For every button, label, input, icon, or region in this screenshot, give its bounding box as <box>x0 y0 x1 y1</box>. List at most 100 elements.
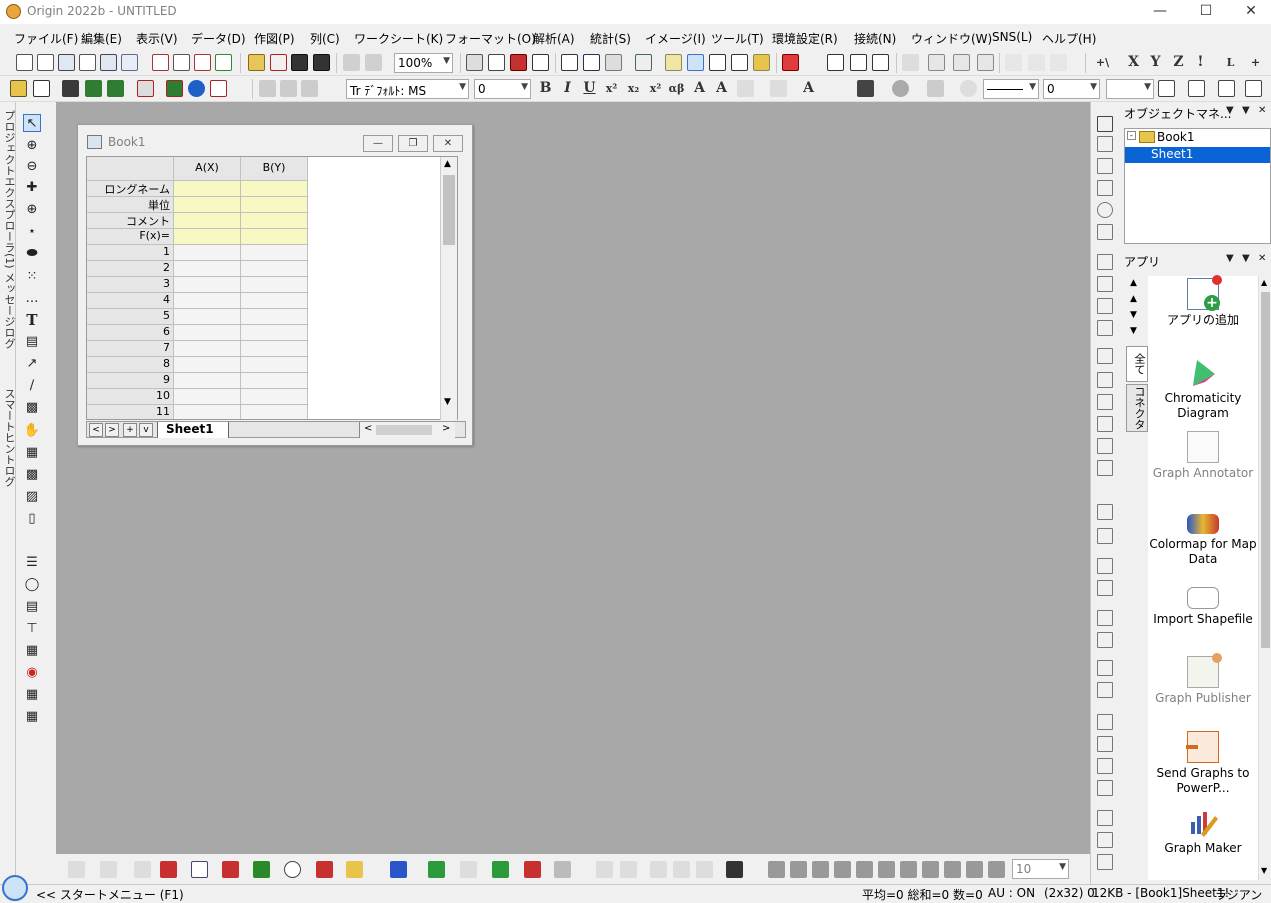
ungroup-icon[interactable] <box>1097 780 1113 796</box>
save-template-icon[interactable] <box>313 54 330 71</box>
close-button[interactable]: ✕ <box>1228 0 1271 24</box>
font-combo[interactable]: Tr ﾃﾞﾌｫﾙﾄ: MS ▼ <box>346 79 469 99</box>
axis-right-icon[interactable] <box>1097 416 1113 432</box>
data-cell[interactable] <box>174 325 241 341</box>
minimize-button[interactable]: — <box>1137 0 1183 24</box>
row-header[interactable]: 6 <box>87 325 174 341</box>
row-header[interactable]: 9 <box>87 373 174 389</box>
add-sheet-button[interactable]: + <box>123 423 137 437</box>
screen-reader-icon[interactable]: ✚ <box>23 179 41 197</box>
worksheet-vertical-scrollbar[interactable]: ▲ ▼ <box>440 157 457 420</box>
data-cell[interactable] <box>241 277 308 293</box>
scroll-right-icon[interactable]: > <box>442 423 450 434</box>
object-flip-icon[interactable] <box>834 861 851 878</box>
data-cell[interactable] <box>241 357 308 373</box>
data-cursor-icon[interactable]: ⋆ <box>23 223 41 241</box>
import-wizard-icon[interactable] <box>62 80 79 97</box>
brightness-icon[interactable] <box>960 80 977 97</box>
frame-icon[interactable] <box>1097 254 1113 270</box>
apps-scrollbar-down-icon[interactable]: ▼ <box>1261 866 1267 875</box>
row-label-units[interactable]: 単位 <box>87 197 174 213</box>
menu-statistics[interactable]: 統計(S) <box>590 30 631 47</box>
menu-file[interactable]: ファイル(F) <box>14 30 78 47</box>
font-color-icon[interactable]: A <box>800 80 817 97</box>
grid-tool-icon[interactable]: ▦ <box>23 708 41 726</box>
back-icon[interactable] <box>1097 832 1113 848</box>
zoom-in-icon[interactable]: ⊕ <box>23 137 41 155</box>
image-tool-icon[interactable]: ▩ <box>23 466 41 484</box>
app-graph-maker[interactable]: Graph Maker <box>1148 806 1258 856</box>
equation-tool-icon[interactable]: ⊤ <box>23 620 41 638</box>
area-plot-icon[interactable] <box>253 861 270 878</box>
align-icon[interactable] <box>737 80 754 97</box>
column-header-b[interactable]: B(Y) <box>241 157 308 181</box>
row-label-fx[interactable]: F(x)= <box>87 229 174 245</box>
axis-scale-icon[interactable] <box>1097 180 1113 196</box>
arrow-tool-icon[interactable]: ↗ <box>23 355 41 373</box>
print-icon[interactable] <box>466 54 483 71</box>
object-front-icon[interactable] <box>856 861 873 878</box>
worksheet-grid[interactable]: A(X) B(Y) ロングネーム 単位 コメント F(x)= 1 2 3 4 5… <box>86 156 458 420</box>
object-align-icon[interactable] <box>768 861 785 878</box>
arrange-icon[interactable] <box>1097 136 1113 152</box>
new-project-icon[interactable] <box>16 54 33 71</box>
data-cell[interactable] <box>174 277 241 293</box>
pane-close-icon[interactable]: ✕ <box>1258 105 1266 116</box>
hscroll-thumb[interactable] <box>376 425 432 435</box>
hand-tool-icon[interactable]: ✋ <box>23 422 41 440</box>
menu-image[interactable]: イメージ(I) <box>645 30 706 47</box>
smart-hint-icon[interactable] <box>687 54 704 71</box>
swap-axes-icon[interactable] <box>696 861 713 878</box>
data-cell[interactable] <box>241 405 308 419</box>
book-close-button[interactable]: ✕ <box>433 135 463 152</box>
same-height-icon[interactable] <box>1097 736 1113 752</box>
align-middle-icon[interactable] <box>1097 632 1113 648</box>
command-window-icon[interactable] <box>605 54 622 71</box>
apps-scrollbar[interactable]: ▲ ▼ <box>1258 276 1271 880</box>
save-project-icon[interactable] <box>291 54 308 71</box>
menu-worksheet[interactable]: ワークシート(K) <box>354 30 443 47</box>
superscript-icon[interactable]: x² <box>603 80 620 97</box>
line-style-combo[interactable]: ▼ <box>983 79 1039 99</box>
row-header[interactable]: 1 <box>87 245 174 261</box>
apps-menu-icon[interactable]: ▼ <box>1226 253 1234 264</box>
new-function-icon[interactable] <box>121 54 138 71</box>
people-icon[interactable]: ▦ <box>23 686 41 704</box>
tab-message-log[interactable]: メッセージログ <box>1 272 17 349</box>
zoom-pan-icon[interactable]: ⊖ <box>23 158 41 176</box>
sheet-prev-icon[interactable]: > <box>105 423 119 437</box>
align-right-icon[interactable] <box>1097 528 1113 544</box>
set-error-icon[interactable]: ! <box>1192 54 1209 71</box>
data-cell[interactable] <box>174 309 241 325</box>
decrease-font-icon[interactable]: A <box>713 80 730 97</box>
cell-comments-b[interactable] <box>241 213 308 229</box>
data-cell[interactable] <box>241 341 308 357</box>
disregard-icon[interactable]: + <box>1247 54 1264 71</box>
apps-close-icon[interactable]: ✕ <box>1258 253 1266 264</box>
rectangle-tool-icon[interactable]: ▩ <box>23 399 41 417</box>
object-rotate-icon[interactable] <box>966 861 983 878</box>
pattern-icon[interactable] <box>892 80 909 97</box>
contour-plot-icon[interactable] <box>191 861 208 878</box>
menu-preferences[interactable]: 環境設定(R) <box>772 30 838 47</box>
greek-icon[interactable]: αβ <box>668 80 685 97</box>
column-statistics-icon[interactable] <box>827 54 844 71</box>
tab-smart-hint-log[interactable]: スマートヒントログ <box>1 388 17 487</box>
data-cell[interactable] <box>174 405 241 419</box>
start-menu-search-icon[interactable] <box>2 875 28 901</box>
app-graph-publisher[interactable]: Graph Publisher <box>1148 653 1258 706</box>
row-header[interactable]: 11 <box>87 405 174 419</box>
cell-fx-a[interactable] <box>174 229 241 245</box>
new-excel-icon[interactable] <box>173 54 190 71</box>
fill-color-icon[interactable] <box>857 80 874 97</box>
subscript-icon[interactable]: x₂ <box>625 80 642 97</box>
menu-edit[interactable]: 編集(E) <box>81 30 122 47</box>
pane-menu-icon[interactable]: ▼ <box>1226 105 1234 116</box>
layer-tool-icon[interactable]: ▦ <box>23 444 41 462</box>
apps-scrollbar-thumb[interactable] <box>1261 292 1270 648</box>
object-size-icon[interactable] <box>812 861 829 878</box>
heatmap-plot-icon[interactable] <box>524 861 541 878</box>
app-chromaticity-diagram[interactable]: Chromaticity Diagram <box>1148 356 1258 421</box>
3d-plot-icon[interactable] <box>390 861 407 878</box>
import-csv-icon[interactable] <box>33 80 50 97</box>
